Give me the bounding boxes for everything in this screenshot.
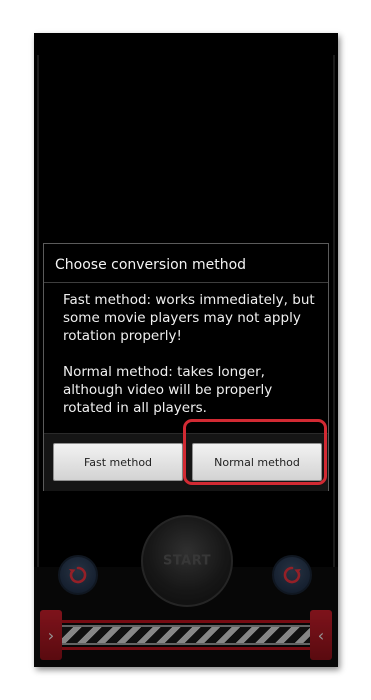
fast-method-button[interactable]: Fast method bbox=[53, 443, 183, 481]
dialog-divider bbox=[44, 282, 328, 283]
normal-method-highlight bbox=[183, 419, 327, 485]
normal-method-description: Normal method: takes longer, although vi… bbox=[63, 364, 273, 416]
phone-screen: START › ‹ Choose conversion method Fast … bbox=[34, 33, 338, 667]
dialog-title: Choose conversion method bbox=[55, 257, 247, 273]
dialog-message: Fast method: works immediately, but some… bbox=[63, 291, 323, 435]
fast-method-description: Fast method: works immediately, but some… bbox=[63, 292, 315, 344]
